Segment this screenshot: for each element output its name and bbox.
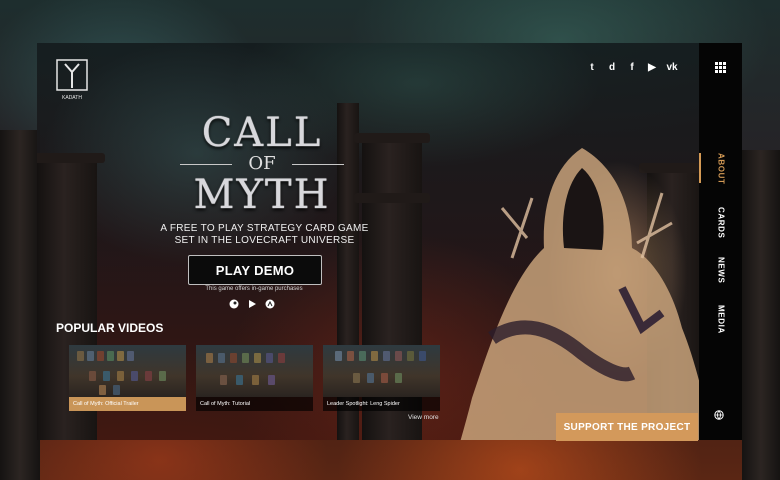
youtube-icon[interactable]: ▶ — [645, 60, 659, 74]
active-indicator — [699, 153, 701, 183]
tagline-line-1: A FREE TO PLAY STRATEGY CARD GAME — [160, 223, 369, 234]
popular-videos-heading: POPULAR VIDEOS — [56, 321, 164, 335]
language-globe-icon[interactable] — [714, 410, 724, 420]
twitter-icon[interactable]: t — [585, 60, 599, 74]
vk-icon[interactable]: vk — [665, 60, 679, 74]
nav-about[interactable]: ABOUT — [711, 153, 731, 184]
video-card[interactable]: Call of Myth: Official Trailer — [69, 345, 186, 411]
title-call: CALL — [201, 110, 323, 156]
hooded-figure-illustration — [460, 148, 713, 440]
nav-news[interactable]: NEWS — [711, 257, 731, 283]
menu-grid-icon[interactable] — [715, 62, 726, 73]
kadath-logo: KADATH — [56, 59, 88, 101]
hero-panel: KADATH t d f ▶ vk CALL OF MYTH A FREE TO… — [37, 43, 742, 440]
video-caption[interactable]: Call of Myth: Official Trailer — [69, 397, 186, 411]
video-thumbnail[interactable] — [196, 345, 313, 397]
video-caption[interactable]: Leader Spotlight: Leng Spider — [323, 397, 440, 411]
video-card[interactable]: Call of Myth: Tutorial — [196, 345, 313, 411]
tagline-line-2: SET IN THE LOVECRAFT UNIVERSE — [174, 235, 355, 246]
in-game-purchase-note: This game offers in-game purchases — [205, 286, 303, 292]
facebook-icon[interactable]: f — [625, 60, 639, 74]
background-tower-right — [742, 150, 780, 480]
social-links: t d f ▶ vk — [585, 60, 679, 74]
side-navigation: ABOUT CARDS NEWS MEDIA — [699, 43, 742, 440]
video-thumbnail[interactable] — [69, 345, 186, 397]
app-store-icon[interactable] — [265, 299, 275, 309]
game-tagline: A FREE TO PLAY STRATEGY CARD GAME SET IN… — [147, 223, 382, 247]
nav-media[interactable]: MEDIA — [711, 305, 731, 334]
play-demo-button[interactable]: PLAY DEMO — [188, 255, 322, 285]
video-caption[interactable]: Call of Myth: Tutorial — [196, 397, 313, 411]
platform-links — [229, 299, 275, 309]
video-thumbnail[interactable] — [323, 345, 440, 397]
support-project-button[interactable]: SUPPORT THE PROJECT — [556, 413, 698, 441]
discord-icon[interactable]: d — [605, 60, 619, 74]
video-card[interactable]: Leader Spotlight: Leng Spider — [323, 345, 440, 411]
svg-text:KADATH: KADATH — [62, 95, 82, 101]
title-of: OF — [162, 155, 362, 173]
view-more-link[interactable]: View more — [408, 414, 439, 421]
title-myth: MYTH — [193, 172, 331, 218]
game-title-logo: CALL OF MYTH — [162, 113, 362, 215]
background-tower-left — [0, 130, 40, 480]
nav-cards[interactable]: CARDS — [711, 207, 731, 238]
google-play-icon[interactable] — [247, 299, 257, 309]
steam-icon[interactable] — [229, 299, 239, 309]
